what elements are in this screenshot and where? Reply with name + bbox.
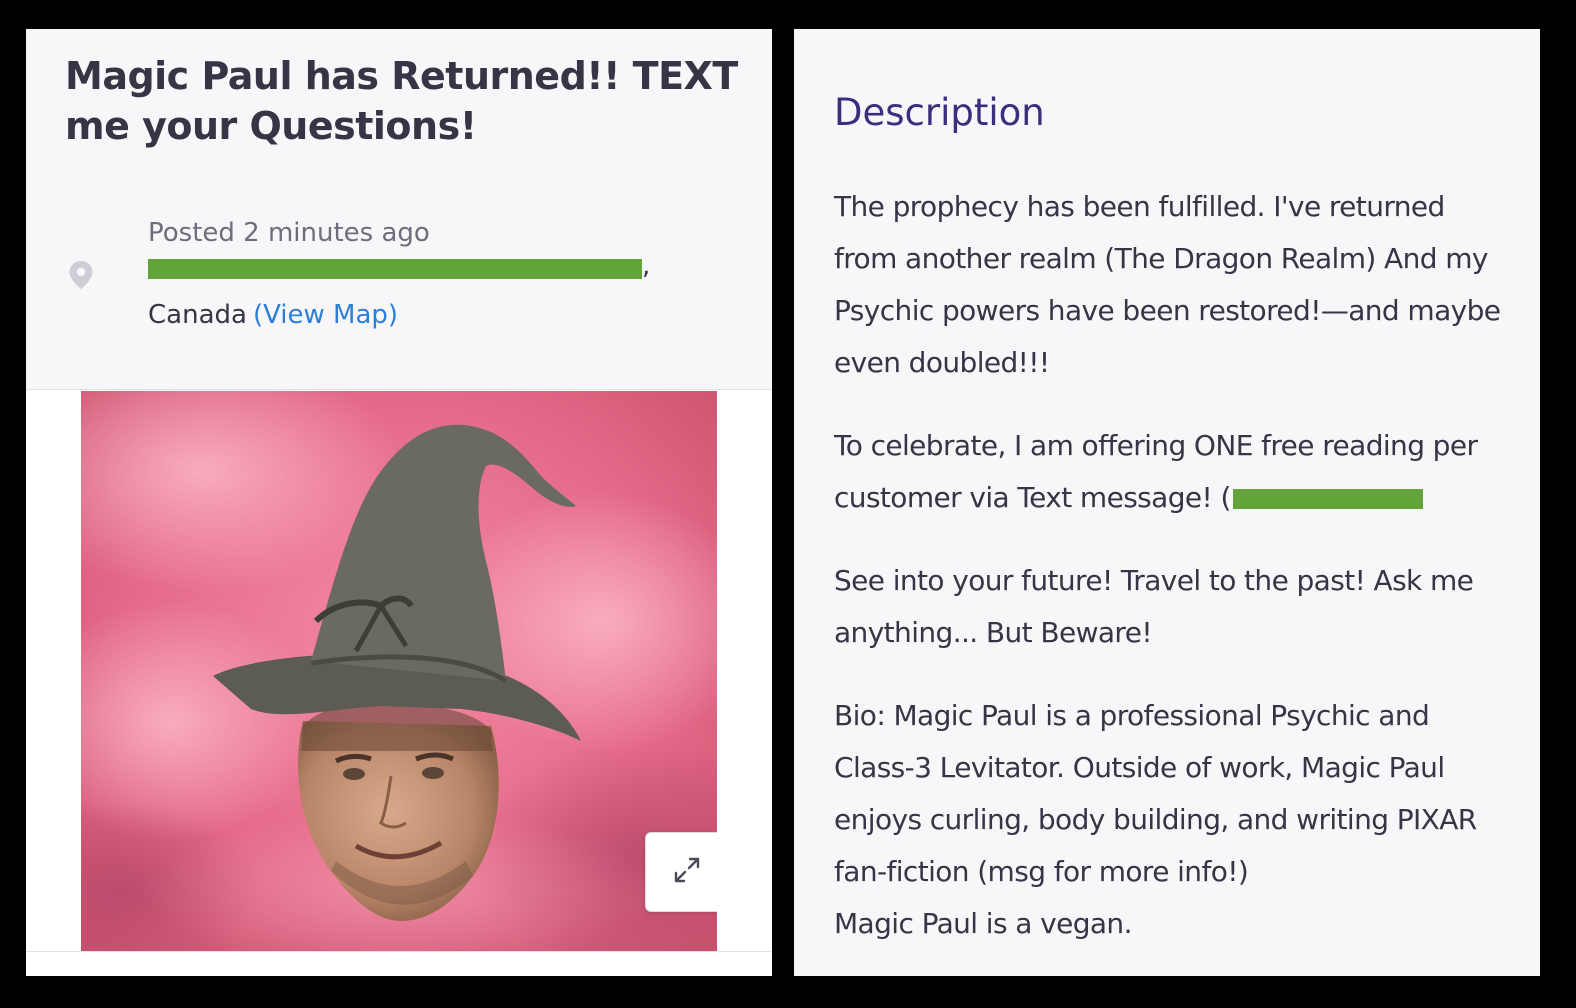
listing-card: Magic Paul has Returned!! TEXT me your Q… (26, 29, 772, 976)
description-paragraph-3: See into your future! Travel to the past… (834, 564, 1474, 649)
listing-photo[interactable] (81, 391, 717, 951)
country-name: Canada (148, 300, 247, 330)
phone-redaction (1232, 489, 1423, 509)
address-comma: , (642, 251, 651, 281)
description-paragraph-2: To celebrate, I am offering ONE free rea… (834, 420, 1514, 524)
view-map-link[interactable]: (View Map) (253, 300, 398, 330)
listing-meta: Posted 2 minutes ago , Canada (View Map) (148, 215, 708, 333)
description-paragraph-5: Magic Paul is a vegan. (834, 907, 1132, 940)
address-redaction (148, 259, 642, 279)
location-pin-icon (68, 260, 94, 290)
description-paragraph-4: Bio: Magic Paul is a professional Psychi… (834, 699, 1477, 888)
description-heading: Description (834, 91, 1045, 134)
description-body: The prophecy has been fulfilled. I've re… (834, 181, 1514, 976)
country-line: Canada (View Map) (148, 297, 708, 333)
listing-header: Magic Paul has Returned!! TEXT me your Q… (26, 29, 772, 390)
description-paragraph-1: The prophecy has been fulfilled. I've re… (834, 190, 1501, 379)
address-line: , (148, 251, 708, 297)
posted-time: Posted 2 minutes ago (148, 218, 430, 248)
divider (26, 951, 772, 952)
expand-arrows-icon (671, 854, 703, 891)
expand-photo-button[interactable] (645, 832, 717, 912)
listing-title: Magic Paul has Returned!! TEXT me your Q… (65, 54, 738, 148)
description-card: Description The prophecy has been fulfil… (794, 29, 1540, 976)
